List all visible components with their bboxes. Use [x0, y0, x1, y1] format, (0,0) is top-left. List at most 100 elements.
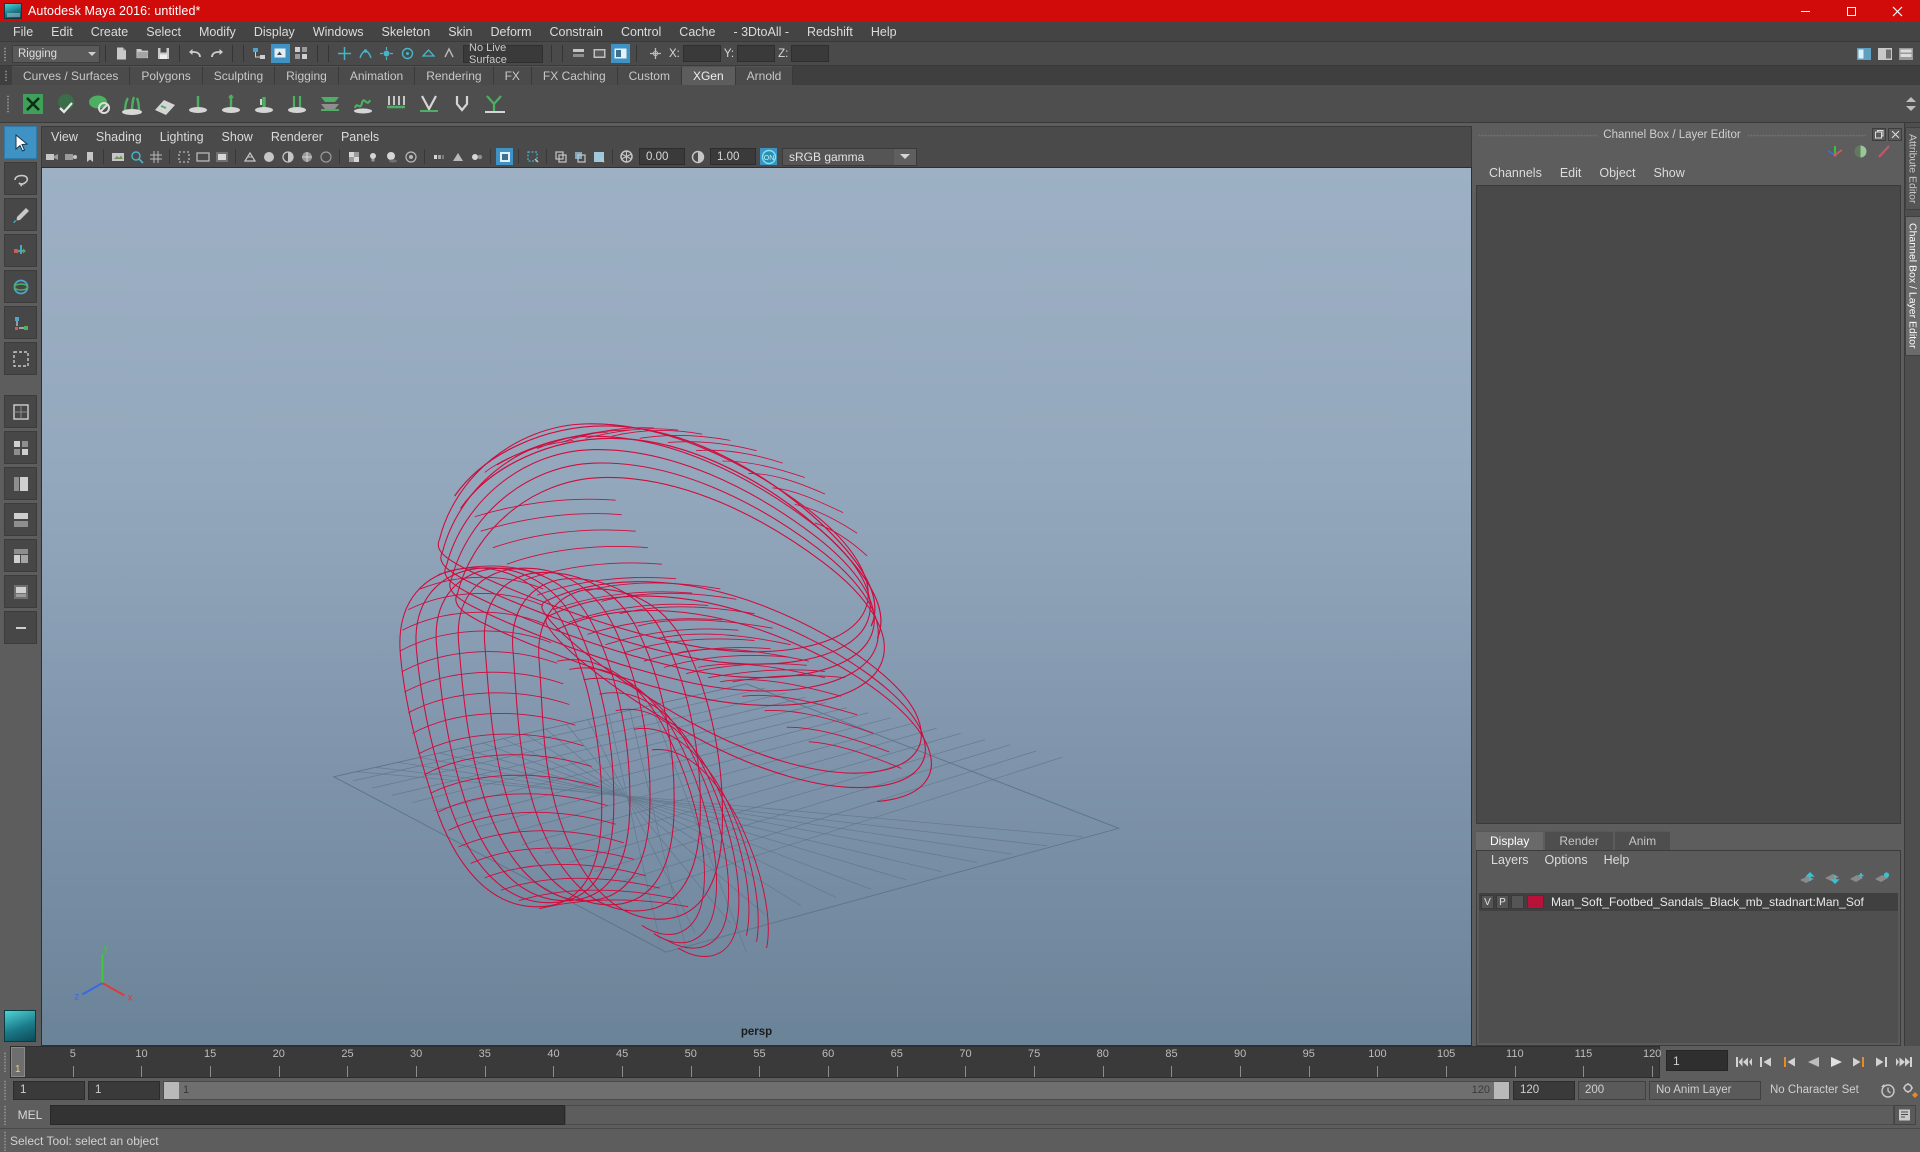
current-frame-field[interactable]: 1 [1666, 1050, 1728, 1071]
image-plane-icon[interactable] [109, 148, 126, 165]
shelf-tab-fx[interactable]: FX [494, 66, 532, 85]
bookmark-icon[interactable] [81, 148, 98, 165]
exposure-value-field[interactable]: 0.00 [639, 148, 685, 165]
animation-preferences-icon[interactable] [1901, 1079, 1920, 1101]
panel-undock-icon[interactable] [1872, 128, 1886, 141]
minimize-button[interactable] [1782, 0, 1828, 22]
menu-create[interactable]: Create [82, 22, 138, 42]
redo-icon[interactable] [207, 44, 226, 63]
tab-channel-box-layer-editor[interactable]: Channel Box / Layer Editor [1905, 216, 1920, 356]
range-bar[interactable]: 1 120 [163, 1081, 1510, 1100]
xgen-collision-modifier-icon[interactable] [380, 88, 411, 120]
menu-skin[interactable]: Skin [439, 22, 481, 42]
tab-attribute-editor[interactable]: Attribute Editor [1905, 127, 1920, 210]
open-scene-icon[interactable] [133, 44, 152, 63]
film-gate-icon[interactable] [175, 148, 192, 165]
panel-close-icon[interactable] [1888, 128, 1902, 141]
xgen-noise-modifier-icon[interactable] [347, 88, 378, 120]
range-start-field[interactable]: 1 [88, 1081, 160, 1100]
go-to-end-icon[interactable] [1895, 1051, 1914, 1073]
shelf-tab-rigging[interactable]: Rigging [275, 66, 339, 85]
channel-box-icon[interactable] [1827, 143, 1844, 163]
scale-tool-button[interactable] [4, 306, 37, 339]
menu-cache[interactable]: Cache [670, 22, 724, 42]
panel-menu-shading[interactable]: Shading [87, 127, 151, 147]
step-forward-frame-icon[interactable] [1849, 1051, 1868, 1073]
anim-start-field[interactable]: 1 [13, 1081, 85, 1100]
show-hide-channel-box-icon[interactable] [1875, 44, 1894, 63]
channel-menu-show[interactable]: Show [1645, 163, 1694, 183]
layer-color-swatch[interactable] [1527, 895, 1544, 909]
persp-outliner-layout-button[interactable] [4, 467, 37, 500]
absolute-transform-icon[interactable] [646, 44, 665, 63]
isolate-select-icon[interactable] [496, 148, 513, 165]
xgen-density-brush-icon[interactable] [182, 88, 213, 120]
last-tool-used-button[interactable] [4, 342, 37, 375]
four-view-layout-button[interactable] [4, 431, 37, 464]
auto-keyframe-icon[interactable] [1879, 1079, 1898, 1101]
panel-menu-panels[interactable]: Panels [332, 127, 388, 147]
motion-blur-icon[interactable] [430, 148, 447, 165]
gamma-icon[interactable] [689, 148, 706, 165]
attribute-editor-icon[interactable] [1877, 144, 1892, 162]
step-back-keyframe-icon[interactable] [1757, 1051, 1776, 1073]
select-camera-icon[interactable] [43, 148, 60, 165]
show-hide-modeling-toolkit-icon[interactable] [1854, 44, 1873, 63]
shade-options-icon[interactable] [317, 148, 334, 165]
hypershade-persp-layout-button[interactable] [4, 539, 37, 572]
color-management-selector[interactable]: sRGB gamma [782, 148, 917, 166]
xgen-part-brush-icon[interactable] [281, 88, 312, 120]
two-d-pan-zoom-icon[interactable] [128, 148, 145, 165]
script-editor-icon[interactable] [1894, 1105, 1916, 1125]
status-bar-grip[interactable] [0, 1131, 10, 1151]
command-output[interactable] [565, 1105, 1894, 1125]
layer-menu-layers[interactable]: Layers [1483, 851, 1537, 870]
minimize-panel-button[interactable] [4, 611, 37, 644]
panel-menu-renderer[interactable]: Renderer [262, 127, 332, 147]
xray-active-components-icon[interactable] [571, 148, 588, 165]
lighting-toggle-icon[interactable] [590, 148, 607, 165]
step-forward-keyframe-icon[interactable] [1872, 1051, 1891, 1073]
shelf-tab-animation[interactable]: Animation [339, 66, 415, 85]
snap-to-point-icon[interactable] [377, 44, 396, 63]
move-layer-down-icon[interactable] [1824, 872, 1840, 888]
xgen-width-brush-icon[interactable] [248, 88, 279, 120]
tab-display[interactable]: Display [1476, 831, 1543, 850]
layer-visibility-toggle[interactable]: V [1481, 895, 1494, 909]
snap-to-projected-center-icon[interactable] [398, 44, 417, 63]
xgen-region-icon[interactable] [479, 88, 510, 120]
menu-set-selector[interactable]: Rigging [12, 45, 100, 63]
anim-end-field[interactable]: 200 [1578, 1081, 1646, 1100]
close-button[interactable] [1874, 0, 1920, 22]
save-scene-icon[interactable] [154, 44, 173, 63]
layer-editor-icon[interactable] [1853, 144, 1868, 162]
xgen-coil-modifier-icon[interactable] [446, 88, 477, 120]
xray-joints-icon[interactable] [552, 148, 569, 165]
menu-control[interactable]: Control [612, 22, 670, 42]
move-layer-up-icon[interactable] [1799, 872, 1815, 888]
select-by-object-type-icon[interactable] [271, 44, 290, 63]
status-line-grip[interactable] [0, 42, 10, 66]
command-line-grip[interactable] [0, 1105, 10, 1125]
z-input[interactable] [791, 45, 829, 62]
xgen-cut-modifier-icon[interactable] [413, 88, 444, 120]
select-by-component-type-icon[interactable] [292, 44, 311, 63]
smooth-shade-all-icon[interactable] [260, 148, 277, 165]
shelf-tab-curves-surfaces[interactable]: Curves / Surfaces [12, 66, 130, 85]
channel-box-content[interactable] [1476, 185, 1901, 824]
shelf-tab-rendering[interactable]: Rendering [415, 66, 493, 85]
shelf-scroll-down-icon[interactable] [1906, 106, 1916, 111]
multisample-aa-icon[interactable] [449, 148, 466, 165]
layer-menu-help[interactable]: Help [1596, 851, 1638, 870]
range-handle-left[interactable] [164, 1082, 179, 1099]
tab-anim[interactable]: Anim [1615, 831, 1670, 850]
undo-icon[interactable] [186, 44, 205, 63]
menu-windows[interactable]: Windows [304, 22, 373, 42]
gate-mask-icon[interactable] [213, 148, 230, 165]
select-by-hierarchy-icon[interactable] [250, 44, 269, 63]
menu-modify[interactable]: Modify [190, 22, 245, 42]
depth-of-field-icon[interactable] [468, 148, 485, 165]
snap-to-view-plane-icon[interactable] [419, 44, 438, 63]
channel-menu-edit[interactable]: Edit [1551, 163, 1591, 183]
chevron-down-icon[interactable] [894, 149, 916, 165]
